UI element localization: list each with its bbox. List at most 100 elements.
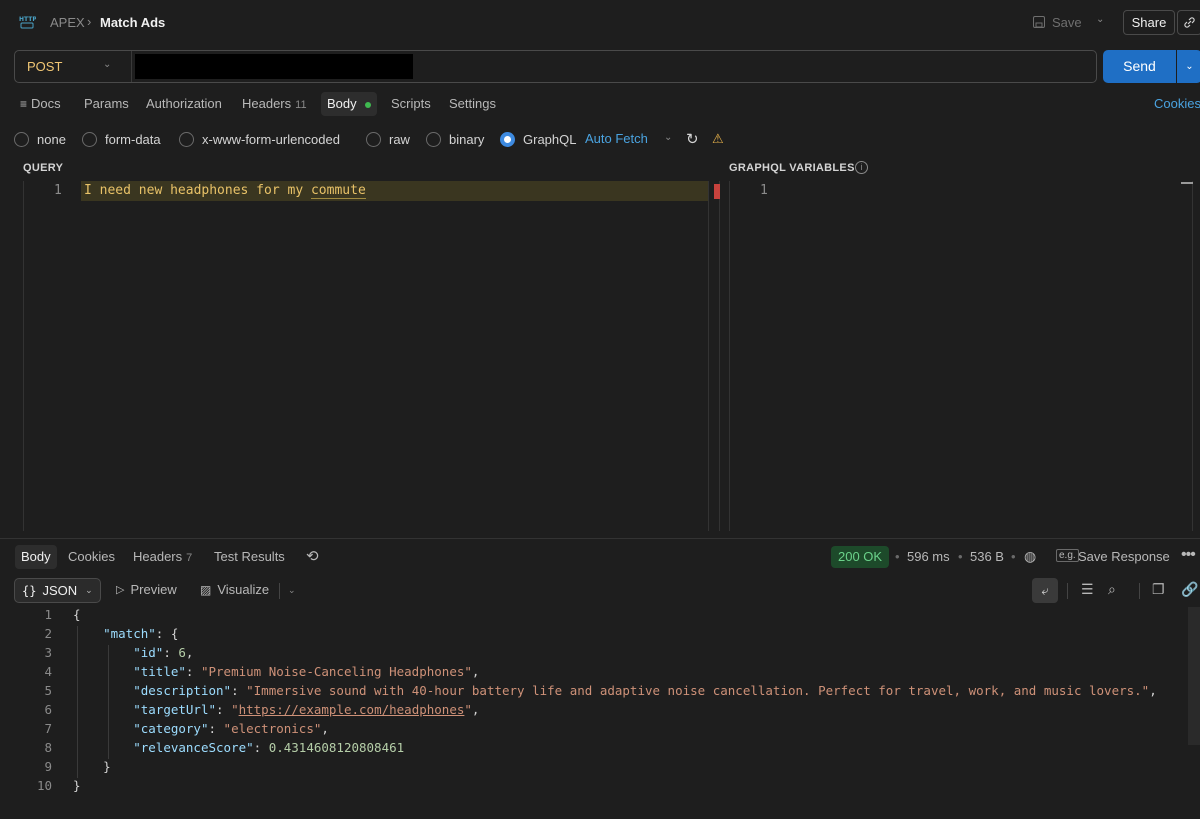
query-line-number: 1 bbox=[54, 183, 62, 198]
line-number: 7 bbox=[44, 721, 52, 736]
breadcrumb-workspace[interactable]: APEX bbox=[50, 15, 85, 30]
radio-raw-label: raw bbox=[389, 131, 410, 147]
tab-params[interactable]: Params bbox=[84, 92, 129, 116]
copy-link-icon[interactable] bbox=[1177, 10, 1200, 35]
radio-circle-icon bbox=[14, 131, 29, 147]
visualize-button[interactable]: ▨ Visualize bbox=[200, 582, 269, 597]
copy-icon[interactable]: ❐ bbox=[1152, 581, 1165, 598]
toolbar-divider bbox=[1067, 583, 1068, 599]
meta-separator-icon: • bbox=[958, 549, 963, 564]
response-tab-body[interactable]: Body bbox=[15, 545, 57, 569]
query-text[interactable]: I need new headphones for my commute bbox=[84, 183, 366, 199]
json-target-url-link[interactable]: https://example.com/headphones bbox=[239, 702, 465, 717]
more-options-icon[interactable]: ••• bbox=[1181, 546, 1196, 564]
line-number: 6 bbox=[44, 702, 52, 717]
link-icon[interactable]: 🔗 bbox=[1181, 581, 1198, 598]
tab-authorization[interactable]: Authorization bbox=[146, 92, 222, 116]
filter-icon[interactable]: ☰ bbox=[1081, 581, 1094, 598]
history-icon[interactable]: ⟲ bbox=[306, 547, 319, 565]
line-number: 8 bbox=[44, 740, 52, 755]
save-dropdown-chevron-icon[interactable]: ⌄ bbox=[1096, 14, 1104, 25]
request-title[interactable]: Match Ads bbox=[100, 15, 165, 30]
query-text-last-word: commute bbox=[310, 183, 366, 199]
tab-docs-label: Docs bbox=[31, 96, 61, 111]
response-scrollbar[interactable] bbox=[1188, 607, 1200, 745]
radio-circle-icon bbox=[82, 131, 97, 147]
radio-urlencoded-label: x-www-form-urlencoded bbox=[202, 131, 340, 147]
line-number: 4 bbox=[44, 664, 52, 679]
save-response-button[interactable]: Save Response bbox=[1078, 549, 1170, 564]
response-format-select[interactable]: {} JSON ⌄ bbox=[14, 578, 101, 603]
radio-selected-circle-icon bbox=[500, 131, 515, 147]
search-icon[interactable]: ⌕ bbox=[1108, 581, 1116, 598]
response-body[interactable]: 1{ 2 "match": { 3 "id": 6, 4 "title": "P… bbox=[0, 607, 1200, 819]
radio-form-data[interactable]: form-data bbox=[82, 128, 161, 150]
radio-urlencoded[interactable]: x-www-form-urlencoded bbox=[179, 128, 340, 150]
auto-fetch-chevron-down-icon[interactable]: ⌄ bbox=[664, 132, 672, 143]
share-button[interactable]: Share bbox=[1123, 10, 1175, 35]
query-label: QUERY bbox=[23, 162, 64, 174]
meta-separator-icon: • bbox=[895, 549, 900, 564]
response-size[interactable]: 536 B bbox=[970, 549, 1004, 564]
svg-text:HTTP: HTTP bbox=[19, 16, 36, 23]
play-icon: ▷ bbox=[116, 584, 125, 596]
radio-raw[interactable]: raw bbox=[366, 128, 410, 150]
variables-scroll-indicator bbox=[1181, 182, 1193, 184]
variables-editor[interactable]: 1 bbox=[729, 181, 1193, 531]
response-time[interactable]: 596 ms bbox=[907, 549, 950, 564]
response-tab-headers[interactable]: Headers 7 bbox=[133, 545, 192, 569]
query-text-prefix: I need new headphones for my bbox=[84, 183, 311, 198]
save-icon bbox=[1033, 16, 1045, 28]
pane-divider[interactable] bbox=[0, 538, 1200, 539]
send-dropdown-chevron-icon[interactable]: ⌄ bbox=[1177, 50, 1200, 83]
query-scrollbar[interactable] bbox=[708, 181, 709, 531]
graphql-variables-label: GRAPHQL VARIABLES bbox=[729, 162, 855, 174]
visualize-chevron-down-icon[interactable]: ⌄ bbox=[288, 585, 296, 596]
tab-body[interactable]: Body bbox=[321, 92, 377, 116]
braces-icon: {} bbox=[22, 583, 37, 598]
json-title-value: "Premium Noise-Canceling Headphones" bbox=[200, 664, 472, 679]
method-select[interactable]: POST bbox=[27, 59, 62, 74]
json-category-value: "electronics" bbox=[223, 721, 322, 736]
info-icon[interactable]: i bbox=[855, 161, 868, 174]
body-active-dot-icon bbox=[364, 101, 371, 108]
response-tab-test-results[interactable]: Test Results bbox=[214, 545, 285, 569]
auto-fetch-button[interactable]: Auto Fetch bbox=[585, 131, 648, 146]
radio-none[interactable]: none bbox=[14, 128, 66, 150]
http-icon: HTTP bbox=[18, 13, 37, 31]
save-label: Save bbox=[1052, 14, 1082, 30]
tab-settings[interactable]: Settings bbox=[449, 92, 496, 116]
toolbar-divider bbox=[1139, 583, 1140, 599]
radio-graphql-label: GraphQL bbox=[523, 131, 577, 147]
tab-headers[interactable]: Headers 11 bbox=[242, 92, 307, 116]
status-badge[interactable]: 200 OK bbox=[831, 546, 890, 568]
radio-graphql[interactable]: GraphQL bbox=[500, 128, 576, 150]
meta-separator-icon: • bbox=[1011, 549, 1016, 564]
refresh-icon[interactable]: ↻ bbox=[686, 130, 699, 148]
format-chevron-down-icon: ⌄ bbox=[85, 585, 93, 595]
wrap-lines-icon[interactable]: ⤶ bbox=[1032, 578, 1058, 603]
radio-circle-icon bbox=[366, 131, 381, 147]
network-globe-icon[interactable]: ◍ bbox=[1024, 548, 1036, 565]
method-chevron-down-icon[interactable]: ⌄ bbox=[103, 59, 111, 70]
json-relevance-score-value: 0.4314608120808461 bbox=[268, 740, 405, 755]
radio-binary[interactable]: binary bbox=[426, 128, 484, 150]
url-bar: POST ⌄ bbox=[14, 50, 1097, 83]
response-format-label: JSON bbox=[42, 583, 78, 598]
response-headers-count-badge: 7 bbox=[186, 552, 193, 564]
cookies-link[interactable]: Cookies bbox=[1154, 96, 1200, 111]
save-button[interactable]: Save bbox=[1032, 10, 1082, 34]
tab-docs[interactable]: ≡ Docs bbox=[20, 92, 61, 116]
tab-scripts[interactable]: Scripts bbox=[391, 92, 431, 116]
warning-icon[interactable]: ⚠ bbox=[712, 131, 724, 147]
response-tab-cookies[interactable]: Cookies bbox=[68, 545, 115, 569]
line-number: 9 bbox=[44, 759, 52, 774]
docs-icon: ≡ bbox=[20, 97, 28, 111]
url-input[interactable] bbox=[135, 54, 413, 79]
preview-button[interactable]: ▷ Preview bbox=[116, 582, 177, 597]
toolbar-divider bbox=[279, 583, 280, 599]
json-description-value: "Immersive sound with 40-hour battery li… bbox=[246, 683, 1150, 698]
example-icon[interactable]: e.g. bbox=[1056, 549, 1079, 562]
query-editor[interactable]: 1 I need new headphones for my commute bbox=[23, 181, 720, 531]
send-button[interactable]: Send bbox=[1103, 50, 1176, 83]
